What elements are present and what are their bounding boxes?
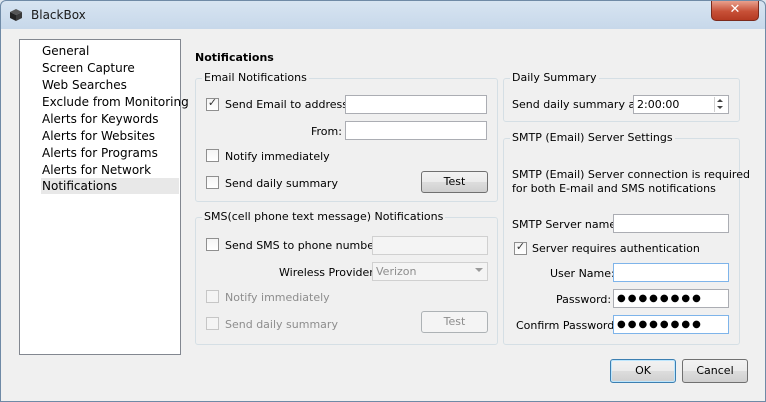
close-icon: ✕ [729, 2, 741, 17]
wireless-provider-label: Wireless Provider: [279, 266, 378, 279]
arrow-down-icon[interactable] [717, 106, 723, 109]
email-test-button[interactable]: Test [421, 171, 488, 193]
arrow-up-icon[interactable] [717, 99, 723, 102]
username-label: User Name: [550, 267, 615, 280]
smtp-settings-group: SMTP (Email) Server Settings SMTP (Email… [503, 131, 750, 345]
nav-item-notifications[interactable]: Notifications [41, 178, 179, 194]
sms-notify-immediately-checkbox[interactable] [206, 290, 219, 303]
smtp-server-name-label: SMTP Server name: [512, 218, 620, 231]
smtp-server-name-field[interactable] [613, 214, 729, 233]
nav-item-web-searches[interactable]: Web Searches [42, 77, 127, 93]
daily-summary-time-label: Send daily summary at: [512, 98, 644, 111]
send-email-checkbox[interactable]: ✓ [206, 96, 219, 111]
chevron-down-icon [475, 268, 483, 272]
check-icon: ✓ [515, 240, 526, 253]
smtp-group-title: SMTP (Email) Server Settings [510, 131, 675, 144]
nav-item-alerts-websites[interactable]: Alerts for Websites [42, 128, 155, 144]
daily-summary-group-title: Daily Summary [510, 71, 599, 84]
email-group-title: Email Notifications [202, 71, 309, 84]
title-bar[interactable]: BlackBox ✕ [1, 1, 765, 29]
cube-icon [10, 9, 22, 21]
sms-test-button[interactable]: Test [421, 311, 488, 333]
dialog-client-area: General Screen Capture Web Searches Excl… [7, 29, 759, 395]
confirm-password-label: Confirm Password: [516, 319, 618, 332]
email-notify-immediately-label: Notify immediately [225, 150, 330, 163]
sms-notify-immediately-label: Notify immediately [225, 291, 330, 304]
nav-item-alerts-keywords[interactable]: Alerts for Keywords [42, 111, 158, 127]
email-from-field[interactable] [345, 121, 487, 140]
wireless-provider-value: Verizon [376, 265, 417, 278]
email-to-field[interactable] [345, 95, 487, 114]
email-daily-summary-label: Send daily summary [225, 177, 338, 190]
password-label: Password: [556, 293, 612, 306]
nav-item-exclude-monitoring[interactable]: Exclude from Monitoring [42, 94, 189, 110]
nav-item-alerts-programs[interactable]: Alerts for Programs [42, 145, 158, 161]
window-title: BlackBox [31, 8, 86, 22]
sms-daily-summary-label: Send daily summary [225, 318, 338, 331]
send-sms-label: Send SMS to phone number: [225, 239, 383, 252]
sms-phone-field[interactable] [372, 236, 488, 255]
close-button[interactable]: ✕ [711, 1, 759, 21]
ok-button[interactable]: OK [610, 359, 676, 383]
nav-item-general[interactable]: General [42, 43, 89, 59]
cancel-button[interactable]: Cancel [682, 359, 748, 383]
check-icon: ✓ [207, 96, 218, 109]
spinner-buttons[interactable] [714, 97, 727, 112]
send-email-label: Send Email to address: [225, 98, 352, 111]
email-notifications-group: Email Notifications ✓ Send Email to addr… [195, 71, 498, 202]
sms-notifications-group: SMS(cell phone text message) Notificatio… [195, 210, 498, 345]
blackbox-window: BlackBox ✕ General Screen Capture Web Se… [0, 0, 766, 402]
username-field[interactable] [613, 263, 729, 282]
smtp-note-line2: for both E-mail and SMS notifications [512, 182, 716, 195]
email-notify-immediately-checkbox[interactable] [206, 149, 219, 162]
sms-daily-summary-checkbox[interactable] [206, 317, 219, 330]
settings-nav-list[interactable]: General Screen Capture Web Searches Excl… [19, 39, 189, 355]
nav-item-screen-capture[interactable]: Screen Capture [42, 60, 135, 76]
requires-auth-label: Server requires authentication [532, 242, 700, 255]
requires-auth-checkbox[interactable]: ✓ [514, 240, 527, 255]
daily-summary-group: Daily Summary Send daily summary at: 2:0… [503, 71, 740, 122]
wireless-provider-select[interactable]: Verizon [372, 262, 488, 281]
password-field[interactable]: ●●●●●●●● [613, 289, 729, 308]
send-sms-checkbox[interactable] [206, 238, 219, 251]
daily-summary-time-value: 2:00:00 [637, 98, 680, 111]
nav-item-alerts-network[interactable]: Alerts for Network [42, 162, 151, 178]
from-label: From: [311, 125, 342, 138]
smtp-note-line1: SMTP (Email) Server connection is requir… [512, 168, 750, 181]
email-daily-summary-checkbox[interactable] [206, 176, 219, 189]
page-title: Notifications [195, 51, 274, 64]
sms-group-title: SMS(cell phone text message) Notificatio… [202, 210, 446, 223]
confirm-password-field[interactable]: ●●●●●●●● [613, 315, 729, 334]
daily-summary-time-spinner[interactable]: 2:00:00 [633, 95, 729, 114]
